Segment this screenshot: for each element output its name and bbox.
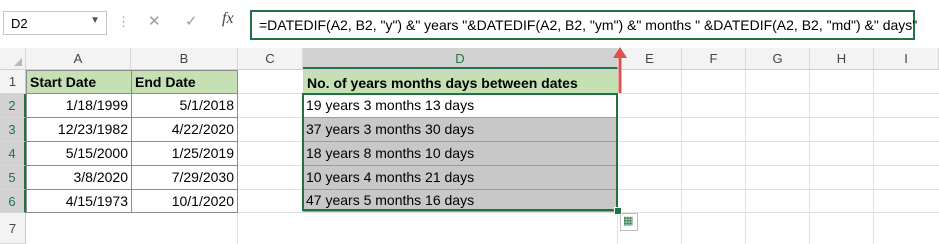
row-header-7[interactable]: 7 bbox=[0, 213, 26, 244]
row-header-2[interactable]: 2 bbox=[0, 94, 26, 118]
column-header-g[interactable]: G bbox=[746, 48, 810, 69]
formula-bar-area: D2 ▼ ⋮ ✕ ✓ fx =DATEDIF(A2, B2, "y") &" y… bbox=[0, 0, 939, 48]
row-header-5[interactable]: 5 bbox=[0, 166, 26, 190]
insert-function-icon[interactable]: fx bbox=[222, 10, 234, 28]
cell-b1[interactable]: End Date bbox=[131, 70, 238, 94]
formula-input[interactable]: =DATEDIF(A2, B2, "y") &" years "&DATEDIF… bbox=[250, 10, 918, 40]
cell-b4[interactable]: 1/25/2019 bbox=[131, 141, 238, 166]
column-header-d[interactable]: D bbox=[303, 48, 618, 69]
cell-d1[interactable]: No. of years months days between dates bbox=[303, 70, 618, 94]
cell-d6[interactable]: 47 years 5 months 16 days bbox=[303, 190, 618, 212]
column-header-a[interactable]: A bbox=[26, 48, 131, 69]
column-headers: A B C D E F G H I bbox=[0, 48, 939, 70]
cell-a2[interactable]: 1/18/1999 bbox=[26, 93, 132, 118]
row-header-4[interactable]: 4 bbox=[0, 142, 26, 166]
cell-b3[interactable]: 4/22/2020 bbox=[131, 117, 238, 142]
cell-b6[interactable]: 10/1/2020 bbox=[131, 189, 238, 213]
quick-analysis-icon[interactable]: ▦ bbox=[620, 213, 638, 231]
column-header-h[interactable]: H bbox=[810, 48, 874, 69]
cell-d5[interactable]: 10 years 4 months 21 days bbox=[303, 166, 618, 190]
column-header-c[interactable]: C bbox=[238, 48, 303, 69]
cell-b5[interactable]: 7/29/2030 bbox=[131, 165, 238, 190]
name-box-value: D2 bbox=[11, 16, 28, 31]
cell-d4[interactable]: 18 years 8 months 10 days bbox=[303, 142, 618, 166]
enter-icon[interactable]: ✓ bbox=[185, 12, 198, 30]
cell-a6[interactable]: 4/15/1973 bbox=[26, 189, 132, 213]
more-options-icon: ⋮ bbox=[117, 14, 130, 29]
row-header-1[interactable]: 1 bbox=[0, 70, 26, 94]
cell-b2[interactable]: 5/1/2018 bbox=[131, 93, 238, 118]
column-header-b[interactable]: B bbox=[131, 48, 238, 69]
formula-text: =DATEDIF(A2, B2, "y") &" years "&DATEDIF… bbox=[259, 17, 918, 33]
column-header-f[interactable]: F bbox=[682, 48, 746, 69]
cell-a1[interactable]: Start Date bbox=[26, 70, 132, 94]
cell-d3[interactable]: 37 years 3 months 30 days bbox=[303, 118, 618, 142]
row-header-3[interactable]: 3 bbox=[0, 118, 26, 142]
cell-a3[interactable]: 12/23/1982 bbox=[26, 117, 132, 142]
column-header-i[interactable]: I bbox=[874, 48, 939, 69]
up-arrow-icon bbox=[613, 47, 627, 93]
name-box[interactable]: D2 ▼ bbox=[3, 11, 107, 35]
cell-a4[interactable]: 5/15/2000 bbox=[26, 141, 132, 166]
select-all-button[interactable] bbox=[0, 48, 26, 69]
cell-d2[interactable]: 19 years 3 months 13 days bbox=[303, 94, 618, 118]
row-header-6[interactable]: 6 bbox=[0, 190, 26, 213]
chevron-down-icon[interactable]: ▼ bbox=[90, 15, 100, 26]
cell-a5[interactable]: 3/8/2020 bbox=[26, 165, 132, 190]
cancel-icon[interactable]: ✕ bbox=[148, 12, 161, 30]
